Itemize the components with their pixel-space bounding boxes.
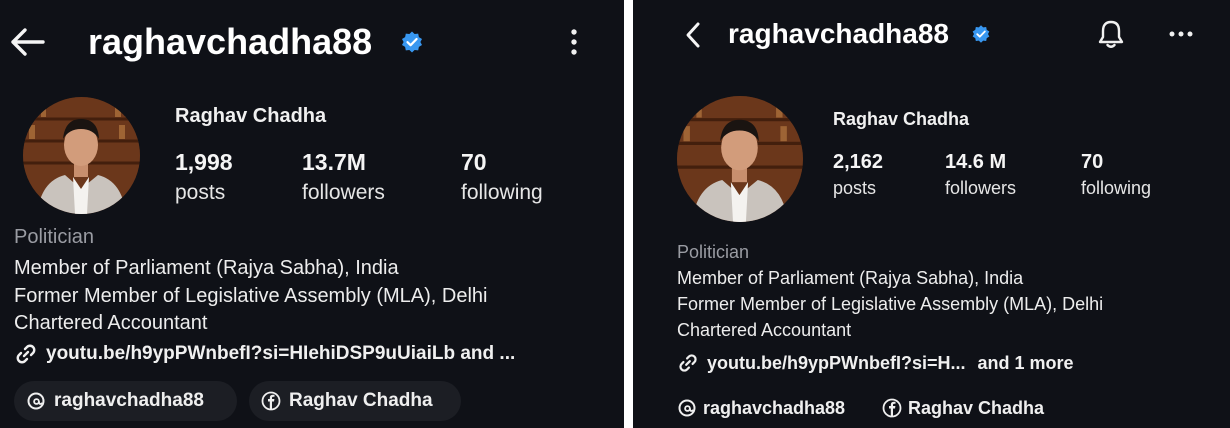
bio-line: Former Member of Legislative Assembly (M… xyxy=(14,285,488,307)
posts-label: posts xyxy=(833,178,877,198)
following-count[interactable]: 70 xyxy=(461,148,487,176)
verified-badge-icon xyxy=(971,24,991,44)
profile-username: raghavchadha88 xyxy=(728,18,949,49)
bio-line: Member of Parliament (Rajya Sabha), Indi… xyxy=(14,257,399,279)
profile-panel-right: raghavchadha88 Raghav Chadha 2,162 posts… xyxy=(633,0,1230,428)
threads-chip[interactable]: raghavchadha88 xyxy=(677,395,845,421)
followers-count[interactable]: 13.7M xyxy=(302,148,366,176)
display-name: Raghav Chadha xyxy=(833,109,970,129)
bio-link-text[interactable]: youtu.be/h9ypPWnbefI?si=H... xyxy=(707,353,966,374)
bio-line: Member of Parliament (Rajya Sabha), Indi… xyxy=(677,268,1024,288)
avatar[interactable] xyxy=(677,96,803,222)
facebook-icon xyxy=(261,391,281,411)
bio-link-more[interactable]: and 1 more xyxy=(978,353,1074,374)
link-icon xyxy=(677,352,699,374)
profile-category: Politician xyxy=(14,226,95,248)
facebook-chip[interactable]: Raghav Chadha xyxy=(882,395,1044,421)
threads-handle[interactable]: raghavchadha88 xyxy=(703,398,845,419)
bio-line: Former Member of Legislative Assembly (M… xyxy=(677,294,1104,314)
bio-link-text[interactable]: youtu.be/h9ypPWnbefI?si=HIehiDSP9uUiaiLb… xyxy=(46,343,515,365)
following-label[interactable]: following xyxy=(461,180,543,206)
link-icon xyxy=(14,342,38,366)
posts-count: 1,998 xyxy=(175,149,233,175)
bio-link[interactable]: youtu.be/h9ypPWnbefI?si=HIehiDSP9uUiaiLb… xyxy=(14,340,515,368)
verified-badge-icon xyxy=(400,30,424,54)
profile-panel-left: raghavchadha88 Raghav Chadha 1,998 posts… xyxy=(0,0,624,428)
threads-chip[interactable]: raghavchadha88 xyxy=(14,381,237,421)
more-vertical-icon[interactable] xyxy=(562,26,586,58)
bell-icon[interactable] xyxy=(1094,17,1128,51)
bio-link[interactable]: youtu.be/h9ypPWnbefI?si=H... and 1 more xyxy=(677,350,1074,376)
more-horizontal-icon[interactable] xyxy=(1166,24,1196,44)
profile-category: Politician xyxy=(677,242,750,262)
following-count[interactable]: 70 xyxy=(1081,150,1103,174)
facebook-icon xyxy=(882,398,902,418)
display-name: Raghav Chadha xyxy=(175,105,327,127)
posts-label: posts xyxy=(175,181,226,204)
followers-label[interactable]: followers xyxy=(302,180,385,206)
avatar[interactable] xyxy=(23,97,140,214)
posts-count: 2,162 xyxy=(833,151,884,173)
bio-line: Chartered Accountant xyxy=(14,312,208,334)
threads-icon xyxy=(677,398,697,418)
back-arrow-icon[interactable] xyxy=(681,20,705,50)
facebook-name[interactable]: Raghav Chadha xyxy=(289,390,433,412)
back-arrow-icon[interactable] xyxy=(8,24,46,60)
facebook-chip[interactable]: Raghav Chadha xyxy=(249,381,461,421)
following-label[interactable]: following xyxy=(1081,177,1151,199)
threads-icon xyxy=(26,391,46,411)
followers-count[interactable]: 14.6 M xyxy=(945,150,1006,174)
bio-line: Chartered Accountant xyxy=(677,320,852,340)
followers-label[interactable]: followers xyxy=(945,177,1016,199)
threads-handle[interactable]: raghavchadha88 xyxy=(54,390,204,412)
profile-username: raghavchadha88 xyxy=(88,21,373,62)
facebook-name[interactable]: Raghav Chadha xyxy=(908,398,1044,419)
